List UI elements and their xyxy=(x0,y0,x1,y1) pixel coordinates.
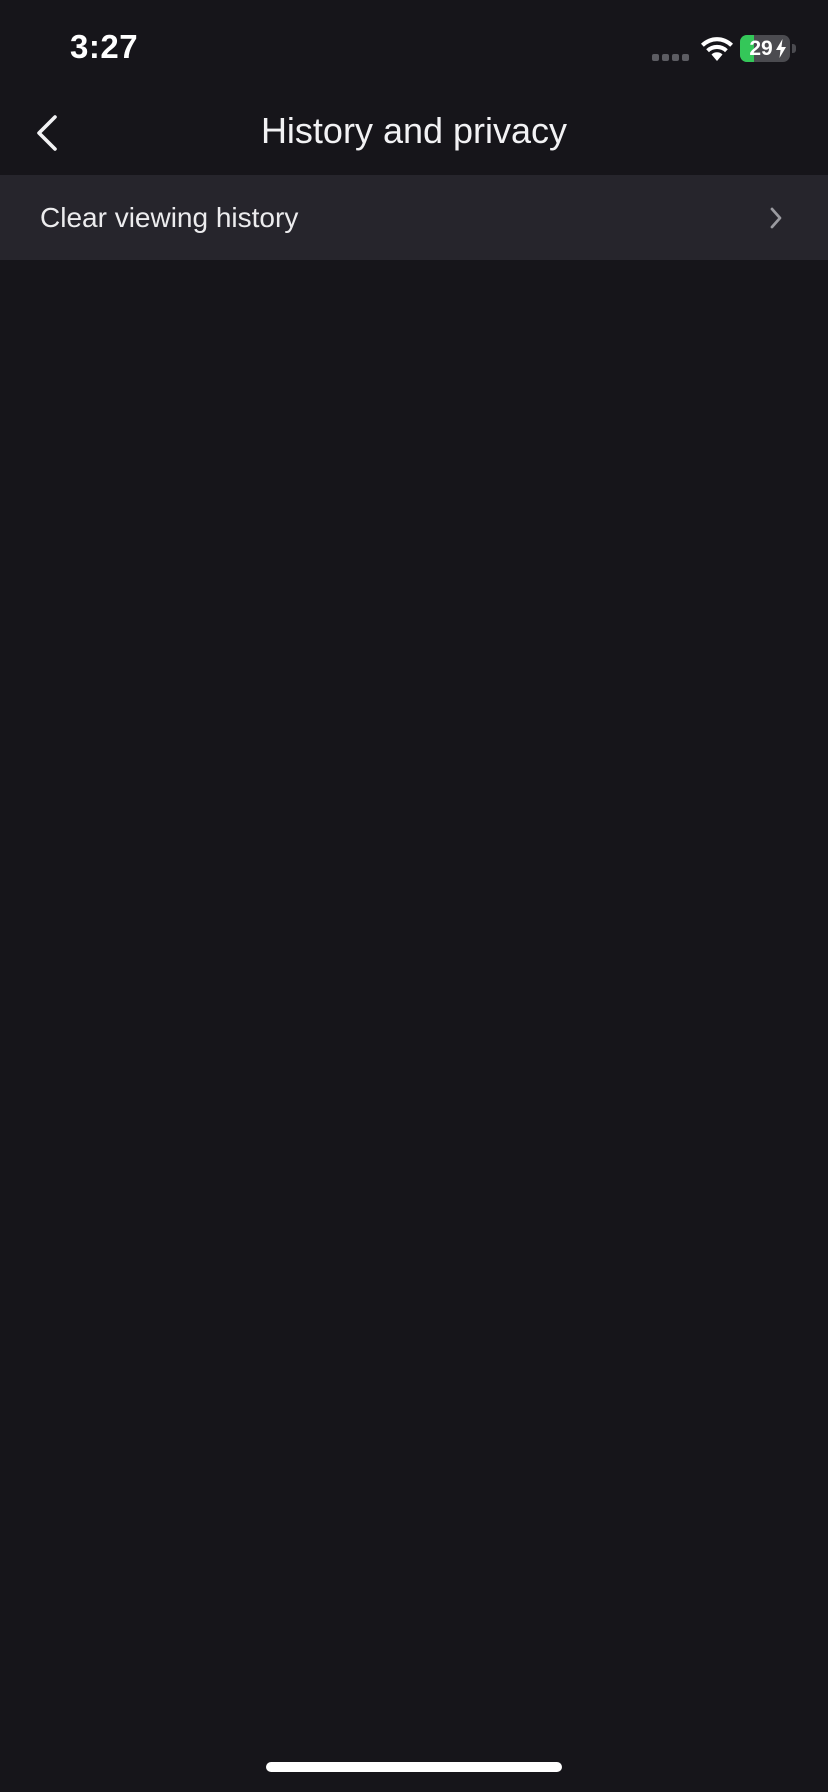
chevron-right-icon xyxy=(770,207,782,229)
row-label: Clear viewing history xyxy=(40,202,299,233)
settings-list: Clear viewing history xyxy=(0,175,828,260)
status-time: 3:27 xyxy=(70,28,139,65)
screen: 3:27 29 History and privacy Clear viewin… xyxy=(0,0,828,1792)
home-indicator[interactable] xyxy=(266,1762,562,1772)
battery-icon: 29 xyxy=(740,35,790,62)
signal-icon xyxy=(652,54,689,61)
charging-bolt-icon xyxy=(776,39,786,58)
clear-viewing-history-row[interactable]: Clear viewing history xyxy=(0,175,828,260)
status-bar: 3:27 29 xyxy=(0,0,828,100)
page-title: History and privacy xyxy=(260,110,568,151)
nav-bar: History and privacy xyxy=(0,100,828,175)
wifi-icon xyxy=(701,37,733,61)
battery-cap xyxy=(792,44,796,53)
